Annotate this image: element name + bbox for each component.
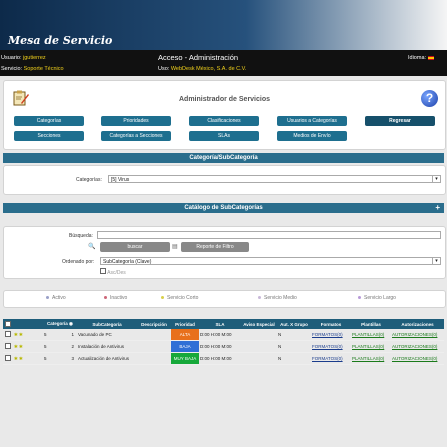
priority-badge: ALTA	[171, 329, 199, 341]
slas-button[interactable]: SLAs	[189, 131, 259, 141]
col-templates[interactable]: Plantillas	[351, 319, 391, 329]
sections-button[interactable]: Secciones	[14, 131, 84, 141]
col-authorizations[interactable]: Autorizaciones	[391, 319, 444, 329]
legend-medium-service: Servicio Medio	[258, 295, 297, 301]
subcategory-name: Instalación de Antivirus	[77, 340, 137, 353]
inactive-dot-icon	[104, 296, 107, 300]
search-magnifier-icon: 🔍	[88, 244, 96, 250]
col-category[interactable]: Categoría ◉	[43, 319, 77, 329]
status-icon: ✱	[19, 355, 23, 361]
categories-label: Categorías:	[76, 177, 102, 183]
col-priority[interactable]: Prioridad	[171, 319, 199, 329]
status-icon: ✱	[19, 343, 23, 349]
categories-to-sections-button[interactable]: Categorías a Secciones	[101, 131, 171, 141]
use-info: Uso: WebDesk México, S.A. de C.V.	[158, 66, 247, 72]
templates-link[interactable]: PLANTILLAS(0)	[352, 356, 384, 361]
select-all-checkbox[interactable]	[5, 320, 11, 327]
help-icon[interactable]: ?	[421, 90, 438, 107]
authorizations-link[interactable]: AUTORIZACIONES(0)	[392, 332, 437, 337]
col-formats[interactable]: Formatos	[311, 319, 351, 329]
category-select[interactable]: [5] Virus ▾	[108, 175, 441, 183]
edit-icon[interactable]: ✱	[14, 344, 18, 349]
expand-plus-icon[interactable]: +	[435, 203, 440, 213]
templates-link[interactable]: PLANTILLAS(0)	[352, 344, 384, 349]
row-checkbox[interactable]	[5, 331, 11, 337]
search-input[interactable]	[97, 231, 441, 239]
col-special-notice[interactable]: Aviso Especial	[241, 319, 277, 329]
users-to-categories-button[interactable]: Usuarios a Categorías	[277, 116, 347, 126]
brand-title: Mesa de Servicio	[8, 34, 113, 47]
service-info: Servicio: Soporte Técnico	[1, 66, 64, 72]
subcategory-table: Categoría ◉ SubCategoría Descripción Pri…	[3, 319, 444, 365]
edit-icon[interactable]: ✱	[14, 356, 18, 361]
search-button[interactable]: buscar	[100, 242, 170, 252]
subcategory-name: Vacunado de PC	[77, 329, 137, 341]
admin-panel: Administrador de Servicios ? Categorías …	[3, 80, 446, 150]
subcategory-name: Actualización de Antivirus	[77, 352, 137, 365]
table-header-row: Categoría ◉ SubCategoría Descripción Pri…	[3, 319, 444, 329]
medium-service-dot-icon	[258, 296, 261, 300]
edit-icon[interactable]: ✱	[14, 332, 18, 337]
order-by-label: Ordenado por:	[62, 259, 95, 265]
row-checkbox[interactable]	[5, 343, 11, 349]
spain-flag-icon[interactable]	[428, 55, 435, 60]
formats-link[interactable]: FORMATOS(0)	[312, 356, 343, 361]
table-row: ✱ ✱ 52 Instalación de Antivirus BAJA D:0…	[3, 340, 444, 353]
report-icon: ▤	[172, 244, 178, 250]
categories-button[interactable]: Categorías	[14, 116, 84, 126]
table-row: ✱ ✱ 51 Vacunado de PC ALTA D:00 H:00 M:0…	[3, 329, 444, 341]
sort-icon[interactable]: ◉	[69, 321, 73, 326]
status-legend: Activo Inactivo Servicio Corto Servicio …	[3, 290, 446, 308]
formats-link[interactable]: FORMATOS(0)	[312, 344, 343, 349]
authorizations-link[interactable]: AUTORIZACIONES(0)	[392, 344, 437, 349]
title-bar: Mesa de Servicio	[0, 0, 447, 50]
info-bar: Usuario: jgutierrez Servicio: Soporte Té…	[0, 50, 447, 76]
chevron-down-icon: ▾	[432, 176, 440, 182]
authorizations-link[interactable]: AUTORIZACIONES(0)	[392, 356, 437, 361]
delivery-methods-button[interactable]: Medios de Envío	[277, 131, 347, 141]
catalog-panel: Búsqueda: 🔍 buscar ▤ Reporte de Filtro O…	[3, 226, 446, 279]
formats-link[interactable]: FORMATOS(0)	[312, 332, 343, 337]
classifications-button[interactable]: Clasificaciones	[189, 116, 259, 126]
row-checkbox[interactable]	[5, 355, 11, 361]
catalog-section-header: Catálogo de SubCategorías +	[3, 203, 444, 213]
col-auth-group[interactable]: Aut. X Grupo	[277, 319, 311, 329]
priorities-button[interactable]: Prioridades	[101, 116, 171, 126]
legend-active: Activo	[46, 295, 66, 301]
legend-short-service: Servicio Corto	[161, 295, 198, 301]
col-subcategory[interactable]: SubCategoría	[77, 319, 137, 329]
asc-desc-toggle[interactable]: Asc/Des	[100, 268, 126, 276]
col-description[interactable]: Descripción	[137, 319, 171, 329]
templates-link[interactable]: PLANTILLAS(0)	[352, 332, 384, 337]
priority-badge: BAJA	[171, 340, 199, 353]
long-service-dot-icon	[358, 296, 361, 300]
back-button[interactable]: Regresar	[365, 116, 435, 126]
language-selector[interactable]: Idioma:	[408, 55, 435, 61]
category-panel: Categorías: [5] Virus ▾	[3, 165, 446, 195]
search-label: Búsqueda:	[69, 233, 93, 239]
asc-desc-checkbox[interactable]	[100, 268, 106, 274]
col-sla[interactable]: SLA	[199, 319, 241, 329]
active-dot-icon	[46, 296, 49, 300]
priority-badge: MUY BAJA	[171, 352, 199, 365]
table-row: ✱ ✱ 53 Actualización de Antivirus MUY BA…	[3, 352, 444, 365]
legend-long-service: Servicio Largo	[358, 295, 396, 301]
subcategory-table-wrapper: Categoría ◉ SubCategoría Descripción Pri…	[3, 319, 444, 365]
page-title: Administrador de Servicios	[178, 96, 271, 103]
user-info: Usuario: jgutierrez	[1, 55, 46, 61]
category-section-header: Categoría/SubCategoría	[3, 153, 444, 163]
order-by-select[interactable]: SubCategoría (Clave) ▾	[100, 257, 441, 265]
short-service-dot-icon	[161, 296, 164, 300]
filter-report-button[interactable]: Reporte de Filtro	[181, 242, 249, 252]
status-icon: ✱	[19, 331, 23, 337]
chevron-down-icon: ▾	[432, 258, 440, 264]
legend-inactive: Inactivo	[104, 295, 127, 301]
access-title: Acceso - Administración	[158, 53, 239, 62]
